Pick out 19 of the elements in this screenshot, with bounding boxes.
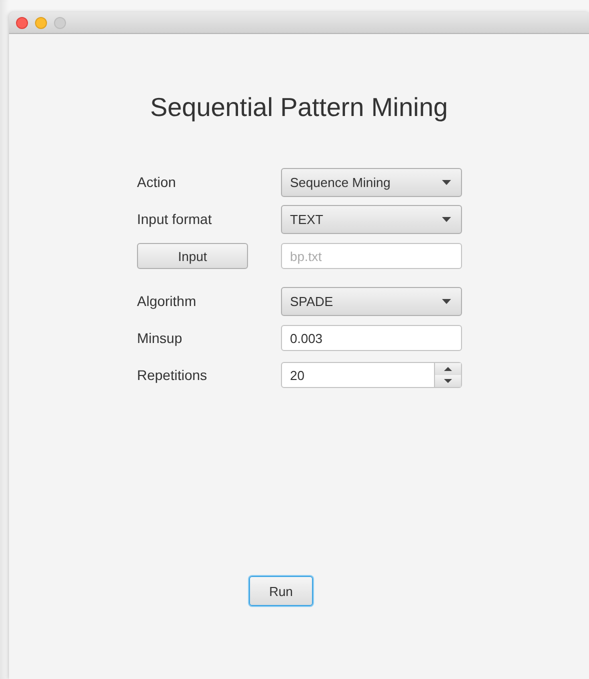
field-label: Algorithm <box>137 293 196 309</box>
caret-icon <box>442 180 451 184</box>
text-field[interactable]: 0.003 <box>281 325 462 351</box>
input-button[interactable]: Input <box>137 243 248 269</box>
number-spinner[interactable]: 20 <box>281 362 462 388</box>
caret-icon <box>442 298 451 304</box>
field-label: Action <box>137 174 176 190</box>
window-heading: Sequential Pattern Mining <box>150 92 448 123</box>
dropdown[interactable]: TEXT <box>281 204 462 234</box>
field-label: Repetitions <box>137 367 208 383</box>
close-button[interactable] <box>16 16 28 28</box>
field-label: Minsup <box>137 330 182 346</box>
minimize-button[interactable] <box>35 16 47 28</box>
caret-icon <box>442 216 451 222</box>
field-label: Input format <box>137 211 212 227</box>
file-path-field[interactable]: bp.txt <box>281 243 462 269</box>
run-button[interactable]: Run <box>249 576 313 606</box>
dropdown[interactable]: Sequence Mining <box>281 168 462 196</box>
dropdown[interactable]: SPADE <box>281 286 462 316</box>
